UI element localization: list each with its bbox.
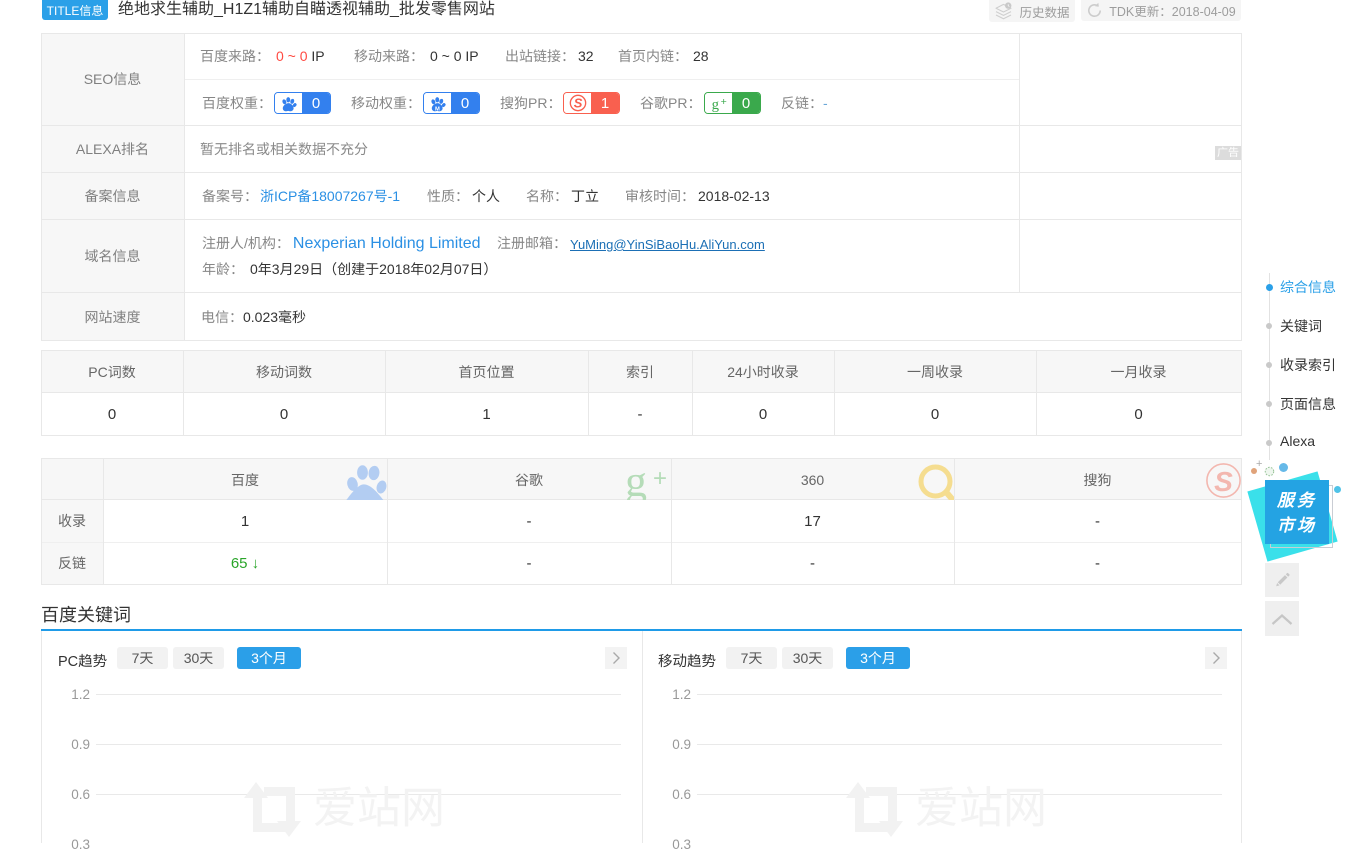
svg-text:g: g [625,462,647,500]
svg-text:+: + [721,96,727,108]
svg-text:M: M [435,106,440,112]
svg-text:S: S [1214,466,1233,497]
svg-text:+: + [653,465,667,492]
svg-text:S: S [573,96,582,111]
svg-text:g: g [712,96,720,111]
